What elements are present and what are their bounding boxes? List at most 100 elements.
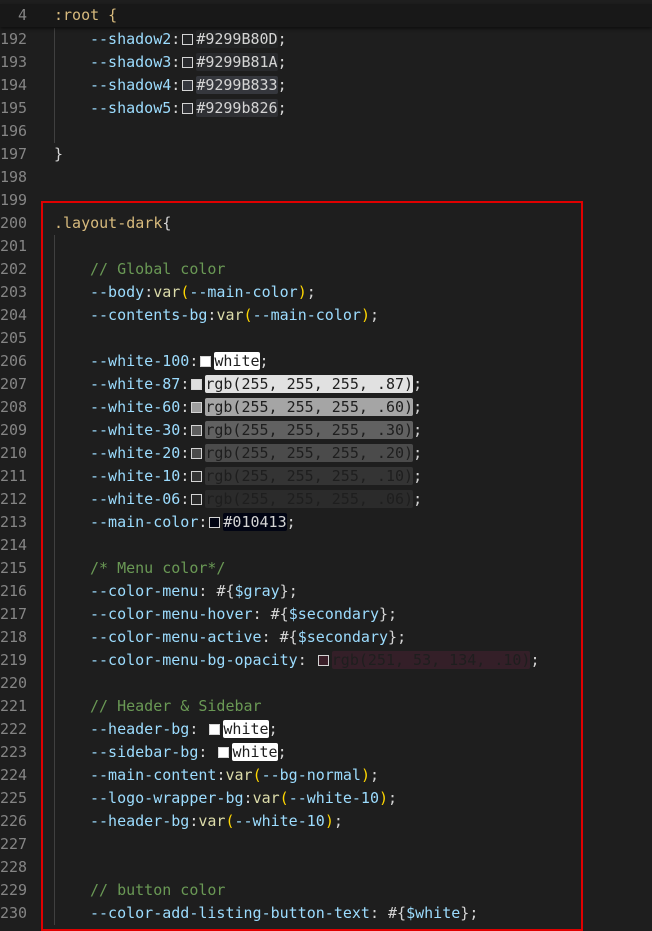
code-token: // Header & Sidebar [90,697,262,715]
code-line[interactable]: 203 --body:var(--main-color); [0,281,652,304]
code-line[interactable]: 228 [0,856,652,879]
color-swatch-icon[interactable] [209,517,221,528]
code-token: ; [413,490,423,508]
code-token: --color-menu-bg-opacity [90,651,298,669]
code-token: ) [360,306,370,324]
line-content: // Header & Sidebar [90,695,262,718]
color-swatch-icon[interactable] [191,448,203,459]
code-editor[interactable]: 4 :root { 192 --shadow2: #9299B80D; 193 --sh… [0,0,652,931]
code-line[interactable]: 220 [0,672,652,695]
code-line[interactable]: 206 --white-100: white; [0,350,652,373]
code-line[interactable]: 192 --shadow2: #9299B80D; [0,28,652,51]
color-swatch-icon[interactable] [317,655,329,666]
color-swatch-icon[interactable] [191,402,203,413]
code-line[interactable]: 221 // Header & Sidebar [0,695,652,718]
code-token: ; [277,743,287,761]
code-token: ) [324,812,334,830]
line-number: 207 [0,375,28,393]
line-number: 194 [0,76,28,94]
line-number: 212 [0,490,28,508]
code-token: : [180,375,190,393]
code-line[interactable]: 210 --white-20: rgb(255, 255, 255, .20); [0,442,652,465]
code-line[interactable]: 207 --white-87: rgb(255, 255, 255, .87); [0,373,652,396]
code-line[interactable]: 214 [0,534,652,557]
code-token: } [388,628,398,646]
line-number: 208 [0,398,28,416]
code-token: $secondary [288,605,379,623]
code-token: --main-content [90,766,217,784]
line-number: 210 [0,444,28,462]
code-token: ; [369,306,379,324]
code-token: : [189,352,199,370]
code-token: --white-30 [90,421,181,439]
code-token: } [379,605,389,623]
code-token: : [297,651,316,669]
code-line[interactable]: 200 .layout-dark{ [0,212,652,235]
code-line[interactable]: 211 --white-10: rgb(255, 255, 255, .10); [0,465,652,488]
line-content: .layout-dark{ [54,212,171,235]
code-line[interactable]: 196 [0,120,652,143]
code-line[interactable]: 208 --white-60: rgb(255, 255, 255, .60); [0,396,652,419]
code-line[interactable]: 218 --color-menu-active: #{$secondary}; [0,626,652,649]
code-token: #{ [388,904,407,922]
code-line[interactable]: 198 [0,166,652,189]
code-line[interactable]: 195 --shadow5: #9299b826; [0,97,652,120]
line-number: 197 [0,145,28,163]
code-token: : [180,467,190,485]
line-number: 193 [0,53,28,71]
code-line[interactable]: 213 --main-color: #010413; [0,511,652,534]
code-line[interactable]: 222 --header-bg: white; [0,718,652,741]
code-line[interactable]: 199 [0,189,652,212]
code-line[interactable]: 212 --white-06: rgb(255, 255, 255, .06); [0,488,652,511]
code-line[interactable]: 226 --header-bg:var(--white-10); [0,810,652,833]
line-number: 217 [0,605,28,623]
code-line[interactable]: 197} [0,143,652,166]
code-line[interactable]: 219 --color-menu-bg-opacity: rgb(251, 53,… [0,649,652,672]
code-line[interactable]: 224 --main-content:var(--bg-normal); [0,764,652,787]
code-line[interactable]: 194 --shadow4: #9299B833; [0,74,652,97]
code-token: ; [306,283,316,301]
color-swatch-icon[interactable] [191,471,203,482]
code-token: --contents-bg [90,306,208,324]
color-swatch-icon[interactable] [191,494,203,505]
line-content: --main-color: #010413; [90,511,296,534]
code-token: // Global color [90,260,226,278]
code-token: ( [225,812,235,830]
code-line[interactable]: 227 [0,833,652,856]
line-content: --shadow3: #9299B81A; [90,51,287,74]
line-number: 224 [0,766,28,784]
color-value: white [214,352,260,370]
color-swatch-icon[interactable] [182,80,194,91]
line-number: 229 [0,881,28,899]
code-line[interactable]: 205 [0,327,652,350]
color-swatch-icon[interactable] [182,57,194,68]
code-token: : [252,605,271,623]
code-line[interactable]: 209 --white-30: rgb(255, 255, 255, .30); [0,419,652,442]
color-swatch-icon[interactable] [182,103,194,114]
code-line[interactable]: 230 --color-add-listing-button-text: #{$w… [0,902,652,925]
code-token: --white-20 [90,444,181,462]
code-token: ; [413,421,423,439]
code-line[interactable]: 223 --sidebar-bg: white; [0,741,652,764]
color-swatch-icon[interactable] [182,34,194,45]
code-line[interactable]: 215 /* Menu color*/ [0,557,652,580]
color-swatch-icon[interactable] [218,747,230,758]
code-line[interactable]: 201 [0,235,652,258]
code-line[interactable]: 225 --logo-wrapper-bg:var(--white-10); [0,787,652,810]
color-swatch-icon[interactable] [200,356,212,367]
color-swatch-icon[interactable] [191,379,203,390]
code-line[interactable]: 229 // button color [0,879,652,902]
line-content: --shadow2: #9299B80D; [90,28,287,51]
code-line[interactable]: 193 --shadow3: #9299B81A; [0,51,652,74]
color-swatch-icon[interactable] [191,425,203,436]
code-token: var [252,789,280,807]
line-content: // button color [90,879,225,902]
color-swatch-icon[interactable] [209,724,221,735]
code-line[interactable]: 217 --color-menu-hover: #{$secondary}; [0,603,652,626]
code-token: ) [360,766,370,784]
code-token: ; [277,30,287,48]
code-line[interactable]: 202 // Global color [0,258,652,281]
sticky-scroll-header[interactable]: 4 :root { [0,4,652,27]
code-line[interactable]: 204 --contents-bg:var(--main-color); [0,304,652,327]
code-line[interactable]: 216 --color-menu: #{$gray}; [0,580,652,603]
